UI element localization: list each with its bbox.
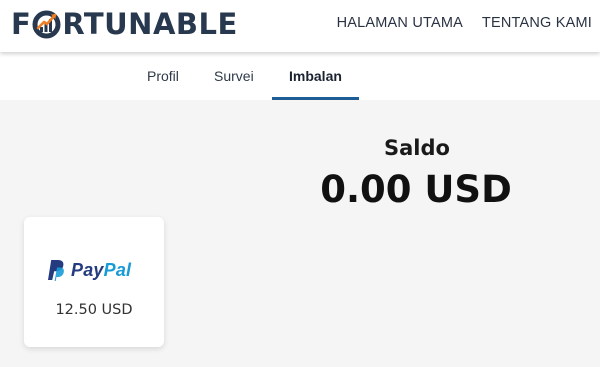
nav-link-about[interactable]: TENTANG KAMI: [482, 15, 592, 31]
reward-card-paypal[interactable]: PayPal 12.50 USD: [24, 217, 164, 347]
main-nav: HALAMAN UTAMA TENTANG KAMI: [0, 0, 600, 46]
account-tabs: Profil Survei Imbalan: [0, 52, 600, 100]
tab-rewards[interactable]: Imbalan: [289, 68, 342, 84]
reward-amount: 12.50 USD: [55, 302, 133, 318]
balance-value: 0.00 USD: [320, 168, 512, 211]
top-header: F RTUNABLE HALAMAN UTAMA TENTANG KAMI: [0, 0, 600, 52]
balance-label: Saldo: [384, 136, 450, 160]
active-tab-indicator: [272, 97, 359, 100]
tab-profile[interactable]: Profil: [147, 68, 179, 84]
paypal-wordmark: PayPal: [71, 260, 131, 281]
nav-link-home[interactable]: HALAMAN UTAMA: [337, 15, 463, 31]
rewards-panel: Saldo 0.00 USD PayPal 12.50 USD: [0, 100, 600, 367]
paypal-logo: PayPal: [47, 257, 131, 283]
paypal-icon: [48, 260, 64, 281]
paypal-wordmark-pay: Pay: [71, 259, 104, 280]
paypal-wordmark-pal: Pal: [103, 259, 132, 280]
tab-surveys[interactable]: Survei: [214, 68, 254, 84]
